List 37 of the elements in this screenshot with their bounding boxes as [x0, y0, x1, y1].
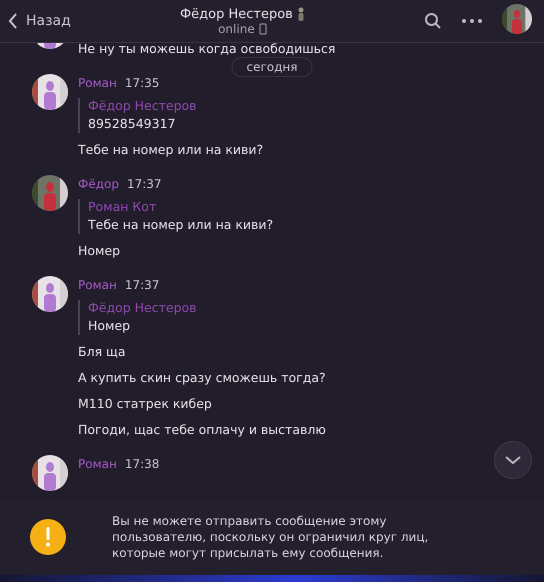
reply-author: Фёдор Нестеров	[88, 98, 198, 113]
message-text: Бля ща	[78, 343, 126, 361]
online-status: online	[218, 22, 255, 36]
message-author[interactable]: Роман	[78, 278, 117, 292]
message-text: Тебе на номер или на киви?	[78, 141, 264, 159]
reply-quote[interactable]: Фёдор Нестеров Номер	[78, 300, 326, 335]
search-icon	[424, 12, 442, 30]
reply-quote[interactable]: Фёдор Нестеров 89528549317	[78, 98, 264, 133]
back-button[interactable]: Назад	[8, 13, 71, 29]
message-author[interactable]: Роман	[78, 457, 117, 471]
message-text: Погоди, щас тебе оплачу и выставлю	[78, 421, 326, 439]
message-text: Не ну ты можешь когда освободишься	[78, 43, 336, 58]
phone-icon	[258, 22, 267, 34]
message-time: 17:37	[124, 278, 160, 292]
message-time: 17:38	[124, 457, 160, 471]
message-text: Номер	[78, 242, 122, 260]
chevron-down-icon	[505, 455, 521, 465]
reply-text: 89528549317	[88, 115, 176, 133]
restriction-notice: Вы не можете отправить сообщение этому пользователю, поскольку он ограничил круг лиц, которые могут присылать ему сообщения.	[112, 513, 430, 561]
reply-text: Номер	[88, 317, 132, 335]
scroll-down-button[interactable]	[494, 441, 532, 479]
figure-icon	[296, 7, 305, 21]
message-text: М110 статрек кибер	[78, 395, 213, 413]
warning-icon	[30, 519, 66, 555]
chat-title: Фёдор Нестеров	[180, 6, 293, 22]
more-icon	[462, 19, 482, 23]
date-pill: сегодня	[232, 57, 312, 77]
message-author[interactable]: Роман	[78, 76, 117, 90]
message-author[interactable]: Фёдор	[78, 177, 119, 191]
chevron-left-icon	[8, 13, 18, 29]
reply-author: Роман Кот	[88, 199, 158, 214]
reply-author: Фёдор Нестеров	[88, 300, 198, 315]
message-time: 17:35	[124, 76, 160, 90]
reply-quote[interactable]: Роман Кот Тебе на номер или на киви?	[78, 199, 274, 234]
message-time: 17:37	[126, 177, 162, 191]
reply-text: Тебе на номер или на киви?	[88, 216, 274, 234]
message-text: А купить скин сразу сможешь тогда?	[78, 369, 326, 387]
